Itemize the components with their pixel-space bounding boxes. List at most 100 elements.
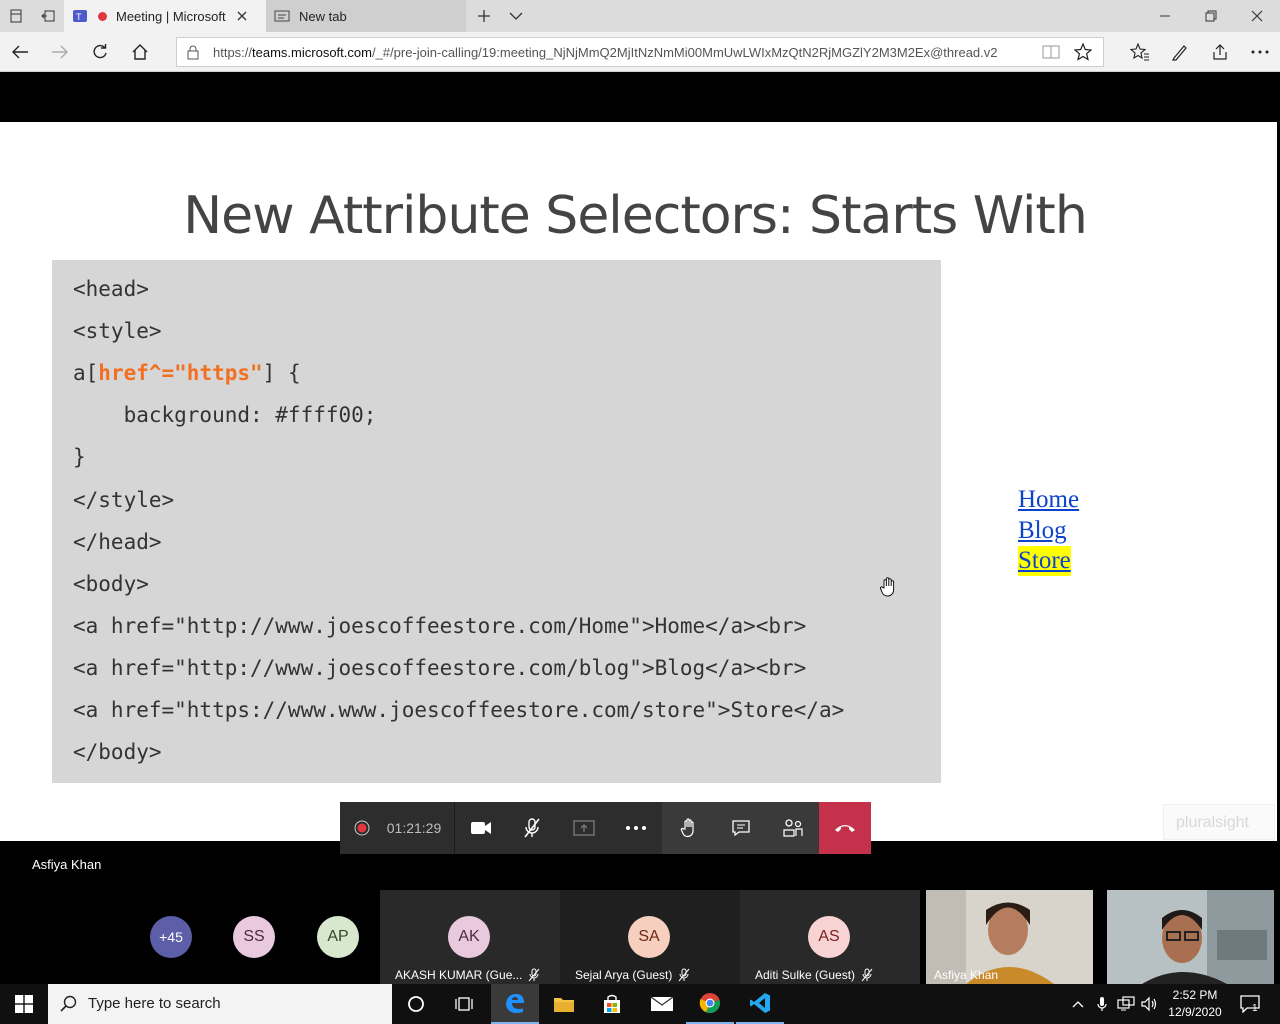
raise-hand-button[interactable]	[662, 802, 715, 854]
svg-text:T: T	[76, 12, 82, 22]
avatar-initials: SS	[243, 928, 265, 945]
avatar[interactable]: SS	[233, 916, 275, 958]
share-screen-button[interactable]	[558, 802, 610, 854]
tab-new-tab[interactable]: New tab	[266, 0, 466, 32]
avatar: AS	[808, 916, 850, 958]
forward-icon[interactable]	[40, 32, 80, 72]
avatar: AK	[448, 916, 490, 958]
favorites-list-icon[interactable]	[1120, 32, 1160, 72]
system-clock[interactable]: 2:52 PM 12/9/2020	[1160, 987, 1230, 1021]
participant-name: Aditi Sulke (Guest)	[755, 968, 873, 982]
share-icon[interactable]	[1200, 32, 1240, 72]
back-icon[interactable]	[0, 32, 40, 72]
participant-tile[interactable]: SA Sejal Arya (Guest)	[560, 890, 740, 984]
store-icon[interactable]	[588, 984, 636, 1024]
notification-count: 1	[1252, 1003, 1258, 1014]
slide-title: New Attribute Selectors: Starts With	[183, 186, 1088, 246]
code-token: a[	[73, 361, 99, 385]
more-menu-icon[interactable]	[1240, 32, 1280, 72]
demo-link-home: Home	[1018, 486, 1080, 513]
new-tab-plus-icon[interactable]	[468, 0, 500, 32]
search-icon	[60, 995, 78, 1013]
taskbar-search[interactable]: Type here to search	[48, 984, 392, 1024]
code-line: </style>	[73, 488, 175, 512]
code-highlight: href^="https"	[98, 361, 263, 385]
code-line: <a href="http://www.joescoffeestore.com/…	[73, 614, 807, 638]
muted-mic-icon	[528, 968, 540, 982]
mute-mic-button[interactable]	[506, 802, 558, 854]
favorite-star-icon[interactable]	[1074, 43, 1092, 61]
chrome-icon[interactable]	[686, 984, 734, 1024]
recording-icon	[352, 802, 372, 854]
recording-dot-icon	[98, 11, 107, 21]
avatar-initials: AP	[327, 928, 349, 945]
code-line: </body>	[73, 740, 162, 764]
restore-icon[interactable]	[1188, 0, 1234, 32]
task-view-icon[interactable]	[440, 984, 488, 1024]
clock-time: 2:52 PM	[1172, 988, 1218, 1002]
set-tabs-aside-icon[interactable]	[32, 0, 64, 32]
code-line: background: #ffff00;	[73, 403, 377, 427]
show-hidden-icons-chevron[interactable]	[1066, 984, 1090, 1024]
participant-name: Asfiya Khan	[934, 968, 998, 982]
clock-date: 12/9/2020	[1168, 1005, 1222, 1019]
cortana-icon[interactable]	[392, 984, 440, 1024]
pen-icon[interactable]	[1160, 32, 1200, 72]
microphone-tray-icon[interactable]	[1090, 984, 1114, 1024]
camera-button[interactable]	[454, 802, 506, 854]
participant-name-text: Sejal Arya (Guest)	[575, 968, 673, 982]
shared-screen-slide: New Attribute Selectors: Starts With <he…	[0, 122, 1277, 841]
close-window-icon[interactable]	[1234, 0, 1280, 32]
participants-button[interactable]	[767, 802, 819, 854]
notifications-icon[interactable]	[1236, 984, 1264, 1024]
muted-mic-icon	[861, 968, 873, 982]
refresh-icon[interactable]	[80, 32, 120, 72]
browser-tab-strip: T Meeting | Microsoft New tab	[0, 0, 1280, 32]
tab-actions-icon[interactable]	[0, 0, 32, 32]
hang-up-button[interactable]	[819, 802, 871, 854]
muted-mic-icon	[678, 968, 690, 982]
participant-video-tile[interactable]: Asfiya Khan	[926, 890, 1093, 984]
mail-icon[interactable]	[638, 984, 686, 1024]
participant-video-tile[interactable]	[1107, 890, 1274, 984]
vscode-icon[interactable]	[736, 984, 784, 1024]
address-bar[interactable]: https://teams.microsoft.com/_#/pre-join-…	[176, 37, 1104, 67]
participant-name-text: Asfiya Khan	[934, 968, 999, 982]
avatar-initials: SA	[638, 928, 660, 945]
new-tab-page-icon	[274, 9, 290, 23]
url-text: https://teams.microsoft.com/_#/pre-join-…	[213, 45, 998, 60]
network-icon[interactable]	[1114, 984, 1138, 1024]
file-explorer-icon[interactable]	[540, 984, 588, 1024]
demo-link-store: Store	[1018, 546, 1071, 576]
code-line: <a href="https://www.www.joescoffeestore…	[73, 698, 845, 722]
participant-name: AKASH KUMAR (Gue...	[395, 968, 540, 982]
participant-video-frame	[1107, 890, 1274, 984]
windows-taskbar: Type here to search 2:52 PM 12/9/2020 1	[0, 984, 1280, 1024]
code-line-selector: a[href^="https"] {	[73, 361, 301, 385]
more-actions-button[interactable]	[610, 802, 662, 854]
home-icon[interactable]	[120, 32, 160, 72]
tab-meeting[interactable]: T Meeting | Microsoft	[64, 0, 266, 32]
chat-button[interactable]	[715, 802, 767, 854]
close-tab-icon[interactable]	[236, 10, 248, 22]
volume-icon[interactable]	[1138, 984, 1162, 1024]
participant-tile[interactable]: AS Aditi Sulke (Guest)	[740, 890, 920, 984]
url-path: /_#/pre-join-calling/19:meeting_NjNjMmQ2…	[371, 45, 998, 60]
code-line: <a href="http://www.joescoffeestore.com/…	[73, 656, 807, 680]
reading-view-icon[interactable]	[1042, 44, 1060, 60]
avatar[interactable]: AP	[317, 916, 359, 958]
minimize-icon[interactable]	[1142, 0, 1188, 32]
call-control-bar: 01:21:29	[340, 802, 871, 854]
windows-start-icon[interactable]	[0, 984, 48, 1024]
code-line: }	[73, 445, 86, 469]
call-timer: 01:21:29	[384, 802, 444, 854]
url-domain: teams.microsoft.com	[252, 45, 372, 60]
watermark-logo: pluralsight	[1163, 804, 1275, 840]
tab-preview-chevron-icon[interactable]	[500, 0, 532, 32]
edge-icon[interactable]	[491, 984, 539, 1024]
participant-tile[interactable]: AK AKASH KUMAR (Gue...	[380, 890, 560, 984]
code-line: <head>	[73, 277, 149, 301]
more-participants-badge[interactable]: +45	[150, 916, 192, 958]
participant-name: Sejal Arya (Guest)	[575, 968, 690, 982]
overflow-count: +45	[159, 929, 183, 945]
